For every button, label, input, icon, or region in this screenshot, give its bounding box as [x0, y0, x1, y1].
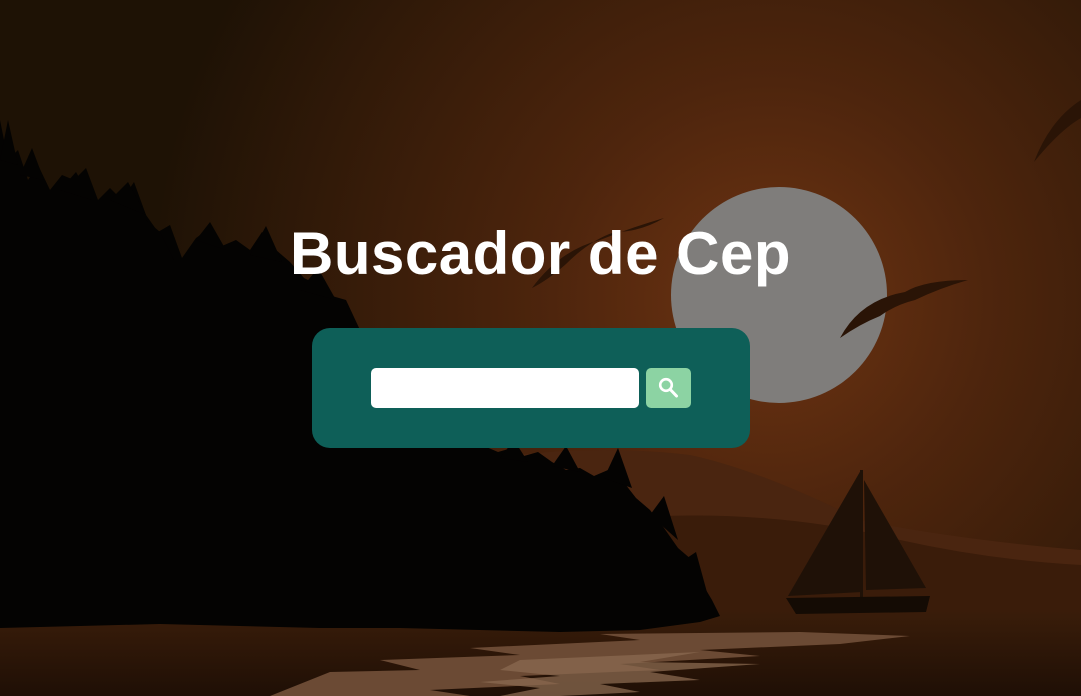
search-icon	[658, 377, 678, 398]
cep-search-input[interactable]	[371, 368, 639, 408]
search-panel	[312, 328, 750, 448]
page-title: Buscador de Cep	[290, 220, 791, 287]
search-button[interactable]	[646, 368, 691, 408]
